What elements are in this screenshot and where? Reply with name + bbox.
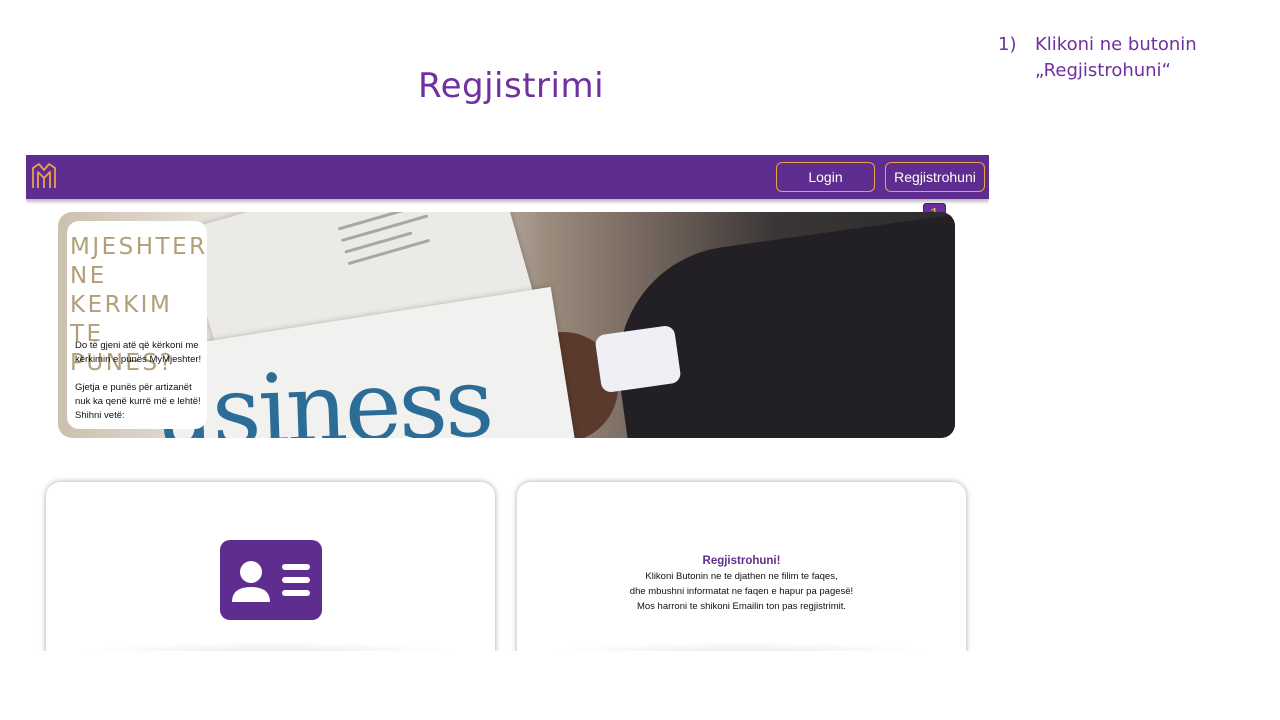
register-info-card[interactable]: Regjistrohuni! Klikoni Butonin ne te dja… [517,482,966,651]
login-button[interactable]: Login [776,162,875,192]
register-info-title: Regjistrohuni! [702,555,781,567]
hero-text-card: MJESHTER NE KERKIM TE PUNES? Do të gjeni… [67,221,207,429]
top-navbar: Login Regjistrohuni [26,155,989,199]
instruction-text: Klikoni ne butonin „Regjistrohuni“ [1035,34,1197,81]
instruction-number: 1) [998,34,1017,55]
register-info-line: Klikoni Butonin ne te djathen ne filim t… [645,571,838,582]
mymjeshter-logo-icon[interactable] [31,160,57,190]
id-card-icon [220,540,322,620]
profile-card[interactable] [46,482,495,651]
hero-description: Do të gjeni atë që kërkoni me kërkimin e… [75,340,202,421]
register-button[interactable]: Regjistrohuni [885,162,985,192]
register-info: Regjistrohuni! Klikoni Butonin ne te dja… [517,554,966,614]
website-screenshot: Login Regjistrohuni 1 usiness MJESHTER N… [26,155,989,651]
suit-sleeve-image [603,212,955,438]
shirt-cuff-image [594,324,682,394]
slide-title: Regjistrimi [418,66,605,106]
instruction-step: 1) Klikoni ne butonin „Regjistrohuni“ [998,32,1268,84]
register-info-line: Mos harroni te shikoni Emailin ton pas r… [636,601,847,612]
register-info-line: dhe mbushni informatat ne faqen e hapur … [629,586,854,597]
hero-banner: usiness MJESHTER NE KERKIM TE PUNES? Do … [58,212,955,438]
